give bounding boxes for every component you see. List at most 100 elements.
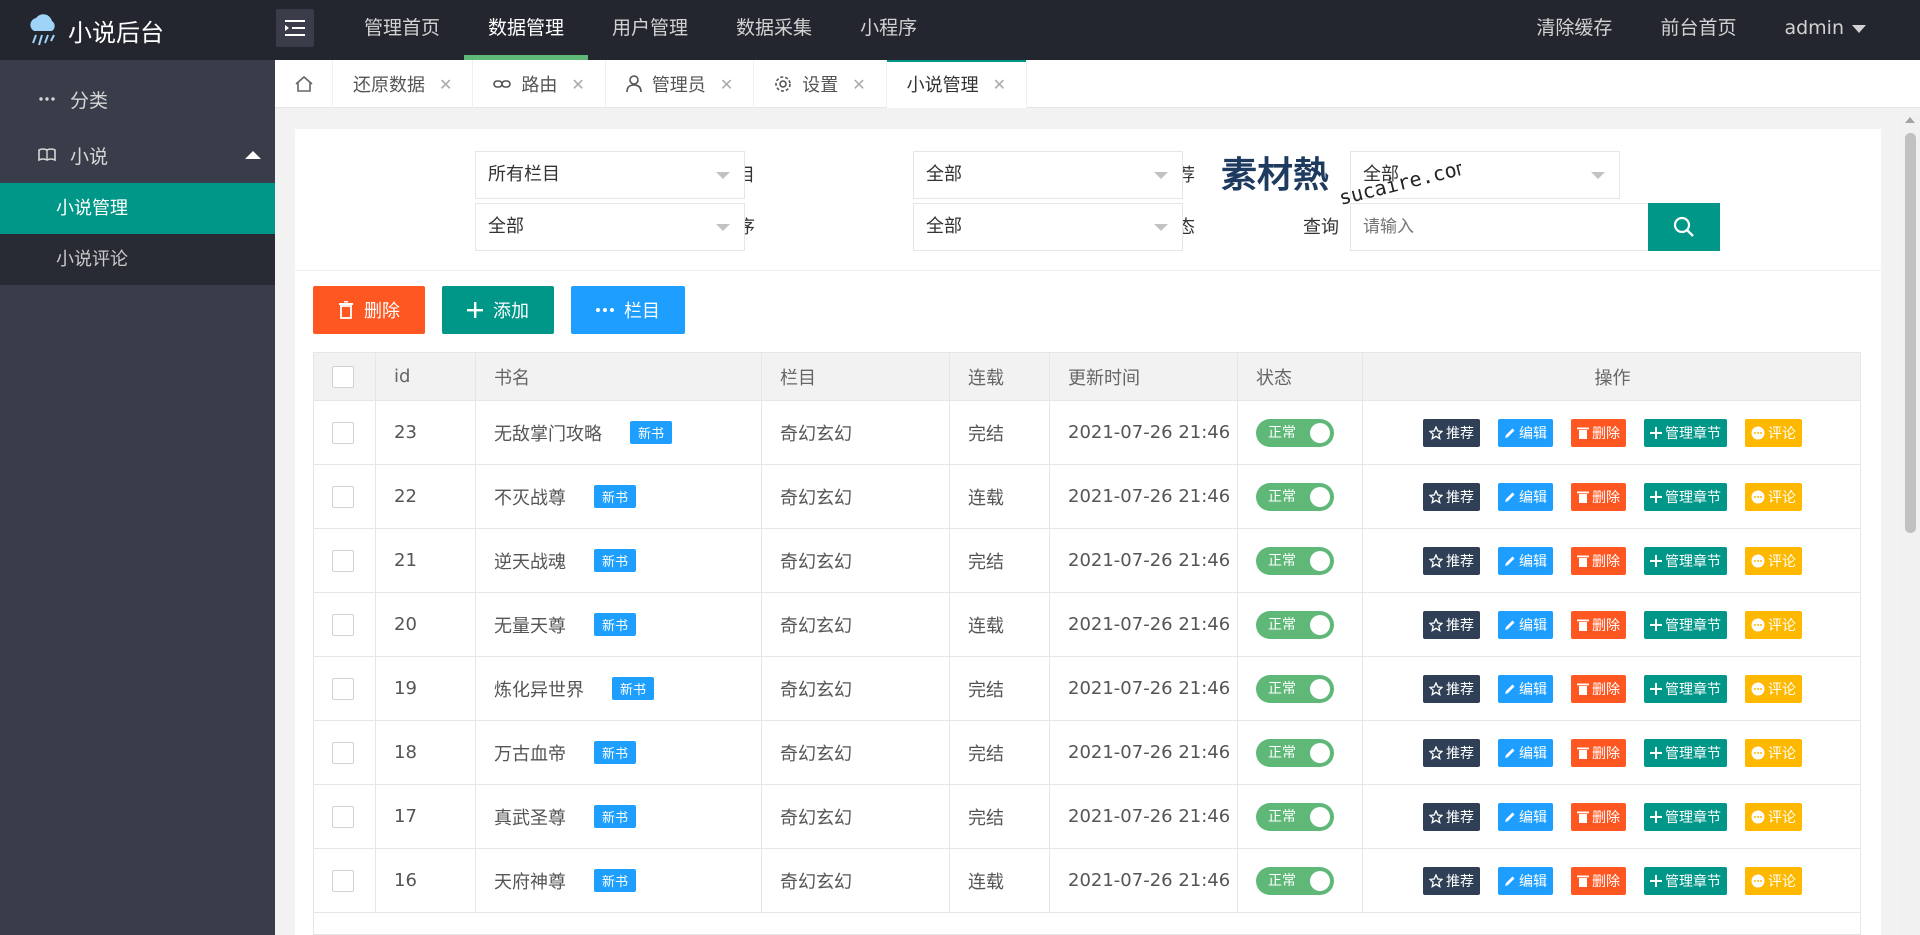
filter-sort-select[interactable]: 全部 — [475, 203, 745, 251]
status-toggle[interactable]: 正常 — [1256, 418, 1334, 447]
row-delete-button[interactable]: 删除 — [1571, 418, 1626, 447]
close-icon[interactable]: ✕ — [439, 75, 452, 94]
edit-button[interactable]: 编辑 — [1498, 546, 1553, 575]
recommend-button[interactable]: 推荐 — [1423, 610, 1480, 639]
column-header-column[interactable]: 栏目 — [762, 353, 950, 400]
column-header-id[interactable]: id — [376, 353, 476, 400]
recommend-button[interactable]: 推荐 — [1423, 482, 1480, 511]
table-row[interactable]: 20 无量天尊 新书 奇幻玄幻 连载 2021-07-26 21:46 正常 推荐 编辑 删除 管理… — [314, 593, 1860, 657]
manage-chapters-button[interactable]: 管理章节 — [1644, 418, 1727, 447]
recommend-button[interactable]: 推荐 — [1423, 674, 1480, 703]
clear-cache-link[interactable]: 清除缓存 — [1512, 0, 1636, 60]
row-delete-button[interactable]: 删除 — [1571, 610, 1626, 639]
logo[interactable]: 小说后台 — [26, 11, 164, 49]
table-row[interactable]: 23 无敌掌门攻略 新书 奇幻玄幻 完结 2021-07-26 21:46 正常 推荐 编辑 删除… — [314, 401, 1860, 465]
row-delete-button[interactable]: 删除 — [1571, 802, 1626, 831]
table-row[interactable]: 16 天府神尊 新书 奇幻玄幻 连载 2021-07-26 21:46 正常 推荐 编辑 删除 管理… — [314, 849, 1860, 913]
column-header-status[interactable]: 状态 — [1238, 353, 1363, 400]
row-delete-button[interactable]: 删除 — [1571, 738, 1626, 767]
column-header-name[interactable]: 书名 — [476, 353, 762, 400]
edit-button[interactable]: 编辑 — [1498, 866, 1553, 895]
status-toggle[interactable]: 正常 — [1256, 802, 1334, 831]
comment-button[interactable]: 评论 — [1745, 866, 1802, 895]
nav-data-collection[interactable]: 数据采集 — [712, 0, 836, 60]
status-toggle[interactable]: 正常 — [1256, 482, 1334, 511]
tab-restore-data[interactable]: 还原数据 ✕ — [333, 60, 474, 108]
recommend-button[interactable]: 推荐 — [1423, 546, 1480, 575]
row-delete-button[interactable]: 删除 — [1571, 482, 1626, 511]
tab-settings[interactable]: 设置 ✕ — [754, 60, 887, 108]
recommend-button[interactable]: 推荐 — [1423, 802, 1480, 831]
comment-button[interactable]: 评论 — [1745, 738, 1802, 767]
row-delete-button[interactable]: 删除 — [1571, 546, 1626, 575]
comment-button[interactable]: 评论 — [1745, 802, 1802, 831]
table-row[interactable]: 17 真武圣尊 新书 奇幻玄幻 完结 2021-07-26 21:46 正常 推荐 编辑 删除 管理… — [314, 785, 1860, 849]
recommend-button[interactable]: 推荐 — [1423, 418, 1480, 447]
tab-admin[interactable]: 管理员 ✕ — [606, 60, 755, 108]
row-checkbox[interactable] — [332, 549, 354, 572]
row-checkbox[interactable] — [332, 613, 354, 636]
manage-chapters-button[interactable]: 管理章节 — [1644, 866, 1727, 895]
row-delete-button[interactable]: 删除 — [1571, 674, 1626, 703]
manage-chapters-button[interactable]: 管理章节 — [1644, 610, 1727, 639]
menu-toggle-button[interactable] — [276, 9, 314, 47]
table-row[interactable]: 19 炼化异世界 新书 奇幻玄幻 完结 2021-07-26 21:46 正常 推荐 编辑 删除 管… — [314, 657, 1860, 721]
status-toggle[interactable]: 正常 — [1256, 610, 1334, 639]
add-button[interactable]: 添加 — [442, 286, 554, 334]
user-menu[interactable]: admin — [1760, 0, 1890, 60]
edit-button[interactable]: 编辑 — [1498, 802, 1553, 831]
nav-home[interactable]: 管理首页 — [340, 0, 464, 60]
table-row[interactable]: 18 万古血帝 新书 奇幻玄幻 完结 2021-07-26 21:46 正常 推荐 编辑 删除 管理… — [314, 721, 1860, 785]
comment-button[interactable]: 评论 — [1745, 482, 1802, 511]
search-button[interactable] — [1648, 203, 1720, 251]
tab-novel-management[interactable]: 小说管理 ✕ — [886, 60, 1028, 108]
comment-button[interactable]: 评论 — [1745, 418, 1802, 447]
sidebar-item-category[interactable]: 分类 — [0, 71, 275, 127]
row-checkbox[interactable] — [332, 485, 354, 508]
edit-button[interactable]: 编辑 — [1498, 738, 1553, 767]
comment-button[interactable]: 评论 — [1745, 610, 1802, 639]
column-button[interactable]: 栏目 — [571, 286, 685, 334]
table-row[interactable]: 22 不灭战尊 新书 奇幻玄幻 连载 2021-07-26 21:46 正常 推荐 编辑 删除 管理… — [314, 465, 1860, 529]
recommend-button[interactable]: 推荐 — [1423, 738, 1480, 767]
comment-button[interactable]: 评论 — [1745, 546, 1802, 575]
column-header-serial[interactable]: 连载 — [950, 353, 1050, 400]
manage-chapters-button[interactable]: 管理章节 — [1644, 546, 1727, 575]
row-checkbox[interactable] — [332, 869, 354, 892]
comment-button[interactable]: 评论 — [1745, 674, 1802, 703]
edit-button[interactable]: 编辑 — [1498, 610, 1553, 639]
sidebar-item-novel[interactable]: 小说 — [0, 127, 275, 183]
filter-column-select[interactable]: 所有栏目 — [475, 151, 745, 199]
close-icon[interactable]: ✕ — [993, 75, 1006, 94]
nav-mini-program[interactable]: 小程序 — [836, 0, 941, 60]
close-icon[interactable]: ✕ — [852, 75, 865, 94]
edit-button[interactable]: 编辑 — [1498, 418, 1553, 447]
manage-chapters-button[interactable]: 管理章节 — [1644, 674, 1727, 703]
row-delete-button[interactable]: 删除 — [1571, 866, 1626, 895]
scroll-up-arrow-icon[interactable] — [1905, 117, 1915, 123]
nav-data-management[interactable]: 数据管理 — [464, 0, 589, 60]
filter-status-select[interactable]: 全部 — [913, 203, 1183, 251]
page-scrollbar[interactable] — [1901, 113, 1920, 935]
close-icon[interactable]: ✕ — [720, 75, 733, 94]
status-toggle[interactable]: 正常 — [1256, 866, 1334, 895]
edit-button[interactable]: 编辑 — [1498, 674, 1553, 703]
manage-chapters-button[interactable]: 管理章节 — [1644, 482, 1727, 511]
status-toggle[interactable]: 正常 — [1256, 674, 1334, 703]
row-checkbox[interactable] — [332, 805, 354, 828]
close-icon[interactable]: ✕ — [571, 75, 584, 94]
select-all-checkbox[interactable] — [332, 365, 354, 388]
sidebar-item-novel-management[interactable]: 小说管理 — [0, 183, 275, 234]
filter-recommend-select[interactable]: 全部 — [913, 151, 1183, 199]
nav-user-management[interactable]: 用户管理 — [588, 0, 712, 60]
row-checkbox[interactable] — [332, 421, 354, 444]
recommend-button[interactable]: 推荐 — [1423, 866, 1480, 895]
row-checkbox[interactable] — [332, 677, 354, 700]
table-row[interactable]: 21 逆天战魂 新书 奇幻玄幻 完结 2021-07-26 21:46 正常 推荐 编辑 删除 管理… — [314, 529, 1860, 593]
scrollbar-thumb[interactable] — [1905, 133, 1916, 533]
status-toggle[interactable]: 正常 — [1256, 738, 1334, 767]
tab-home[interactable] — [275, 60, 333, 108]
manage-chapters-button[interactable]: 管理章节 — [1644, 738, 1727, 767]
row-checkbox[interactable] — [332, 741, 354, 764]
delete-button[interactable]: 删除 — [313, 286, 425, 334]
